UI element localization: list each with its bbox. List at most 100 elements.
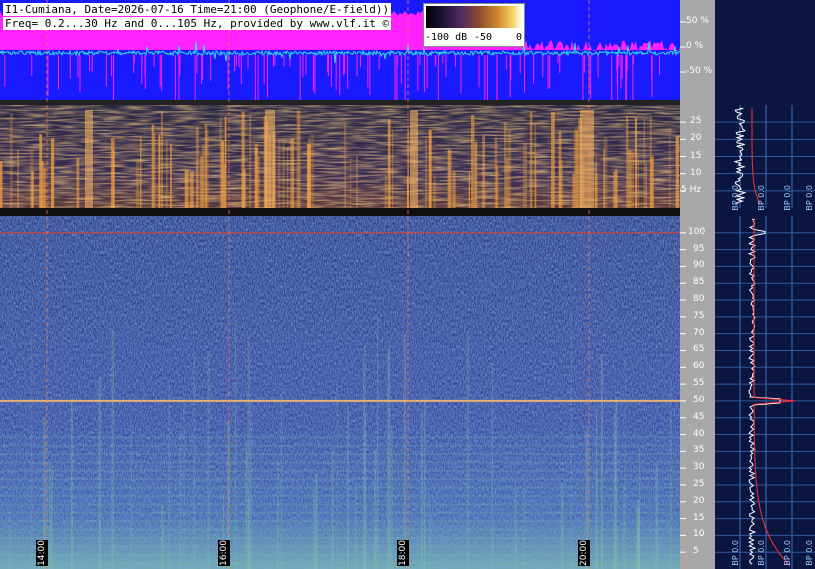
low-streak bbox=[189, 171, 194, 208]
low-streak bbox=[452, 170, 456, 208]
header-line-1: I1-Cumiana, Date=2026-07-16 Time=21:00 (… bbox=[3, 3, 392, 16]
harmonic-band bbox=[0, 478, 680, 481]
harmonic-band bbox=[0, 495, 680, 498]
harmonic-band bbox=[0, 469, 680, 472]
low-streak bbox=[112, 149, 115, 208]
harmonic-band bbox=[0, 444, 680, 447]
low-streak bbox=[166, 140, 168, 208]
low-axis-label: 20 bbox=[690, 133, 702, 144]
high-streak bbox=[8, 505, 11, 569]
low-streak bbox=[349, 158, 352, 208]
low-streak bbox=[572, 173, 576, 208]
low-streak bbox=[447, 149, 452, 208]
side-bp-label: BP 0.0 bbox=[805, 540, 814, 566]
high-streak bbox=[387, 348, 390, 569]
side-bp-label: BP 0.0 bbox=[757, 185, 766, 211]
low-streak bbox=[160, 111, 163, 208]
low-streak bbox=[433, 175, 436, 208]
low-streak bbox=[645, 162, 647, 208]
high-streak bbox=[595, 472, 599, 569]
high-streak bbox=[183, 392, 186, 569]
time-label: 18:00 bbox=[397, 540, 409, 566]
low-streak bbox=[51, 153, 54, 208]
low-streak bbox=[29, 150, 34, 208]
low-streak bbox=[278, 139, 281, 208]
high-axis-label: 45 bbox=[693, 411, 705, 422]
low-streak bbox=[221, 140, 225, 208]
high-axis-label: 60 bbox=[693, 361, 705, 372]
low-streak bbox=[287, 147, 289, 208]
low-streak bbox=[170, 143, 172, 208]
high-streak bbox=[523, 488, 526, 569]
high-streak bbox=[280, 382, 283, 569]
panel-separator bbox=[0, 100, 680, 105]
high-streak bbox=[331, 448, 334, 569]
low-streak bbox=[9, 113, 13, 208]
low-streak bbox=[603, 149, 605, 208]
low-streak bbox=[634, 117, 638, 208]
low-streak bbox=[594, 163, 597, 208]
high-streak bbox=[622, 485, 625, 569]
harmonic-band bbox=[0, 537, 680, 540]
low-streak bbox=[387, 119, 391, 208]
high-streak bbox=[466, 331, 470, 569]
high-axis-label: 100 bbox=[688, 226, 706, 237]
side-bp-label: BP 0.0 bbox=[731, 185, 740, 211]
low-streak bbox=[135, 161, 140, 208]
low-streak bbox=[356, 155, 358, 208]
low-axis-label: 15 bbox=[690, 150, 702, 161]
low-streak bbox=[17, 149, 20, 208]
high-streak bbox=[390, 425, 394, 569]
colorbar-gradient bbox=[426, 6, 522, 28]
spectrogram-high-texture bbox=[0, 216, 680, 569]
low-streak bbox=[669, 127, 671, 208]
high-streak bbox=[70, 397, 73, 569]
high-streak bbox=[560, 483, 564, 569]
high-streak bbox=[247, 340, 250, 569]
harmonic-band bbox=[0, 486, 680, 489]
high-axis-label: 30 bbox=[693, 462, 705, 473]
time-label: 14:00 bbox=[36, 540, 48, 566]
low-streak bbox=[496, 165, 499, 208]
low-streak bbox=[425, 138, 427, 208]
low-streak bbox=[503, 122, 507, 208]
high-streak bbox=[429, 501, 431, 569]
high-streak bbox=[98, 377, 101, 569]
low-streak bbox=[308, 138, 311, 208]
low-streak bbox=[0, 161, 3, 208]
waveform-axis-label: 0 % bbox=[686, 41, 704, 51]
high-streak bbox=[50, 468, 53, 569]
low-streak bbox=[631, 152, 635, 208]
high-streak bbox=[403, 334, 406, 569]
high-streak bbox=[669, 379, 672, 569]
high-axis-label: 5 bbox=[693, 546, 699, 557]
side-bp-label: BP 0.0 bbox=[731, 540, 740, 566]
high-axis-label: 95 bbox=[693, 243, 705, 254]
harmonic-band bbox=[0, 511, 680, 514]
high-streak bbox=[613, 413, 616, 569]
side-bp-label: BP 0.0 bbox=[783, 185, 792, 211]
high-streak bbox=[130, 420, 133, 569]
harmonic-band bbox=[0, 520, 680, 523]
low-streak bbox=[523, 142, 527, 208]
high-streak bbox=[30, 333, 33, 569]
high-streak bbox=[421, 410, 423, 569]
low-streak bbox=[628, 150, 632, 208]
low-streak bbox=[151, 124, 155, 208]
high-streak bbox=[624, 357, 626, 569]
vlf-monitor-display: I1-Cumiana, Date=2026-07-16 Time=21:00 (… bbox=[0, 0, 815, 569]
low-streak bbox=[296, 110, 301, 208]
high-streak bbox=[192, 351, 196, 569]
low-streak bbox=[558, 159, 563, 208]
waveform-axis-label: -50 % bbox=[686, 66, 713, 76]
high-streak bbox=[354, 484, 358, 569]
low-streak bbox=[41, 161, 44, 208]
low-axis-label: 10 bbox=[690, 167, 702, 178]
low-streak bbox=[613, 171, 616, 208]
harmonic-band bbox=[0, 436, 680, 439]
low-streak bbox=[482, 135, 486, 208]
low-streak bbox=[282, 140, 285, 208]
low-streak bbox=[204, 123, 208, 208]
low-burst bbox=[85, 110, 93, 208]
low-streak bbox=[154, 132, 156, 208]
